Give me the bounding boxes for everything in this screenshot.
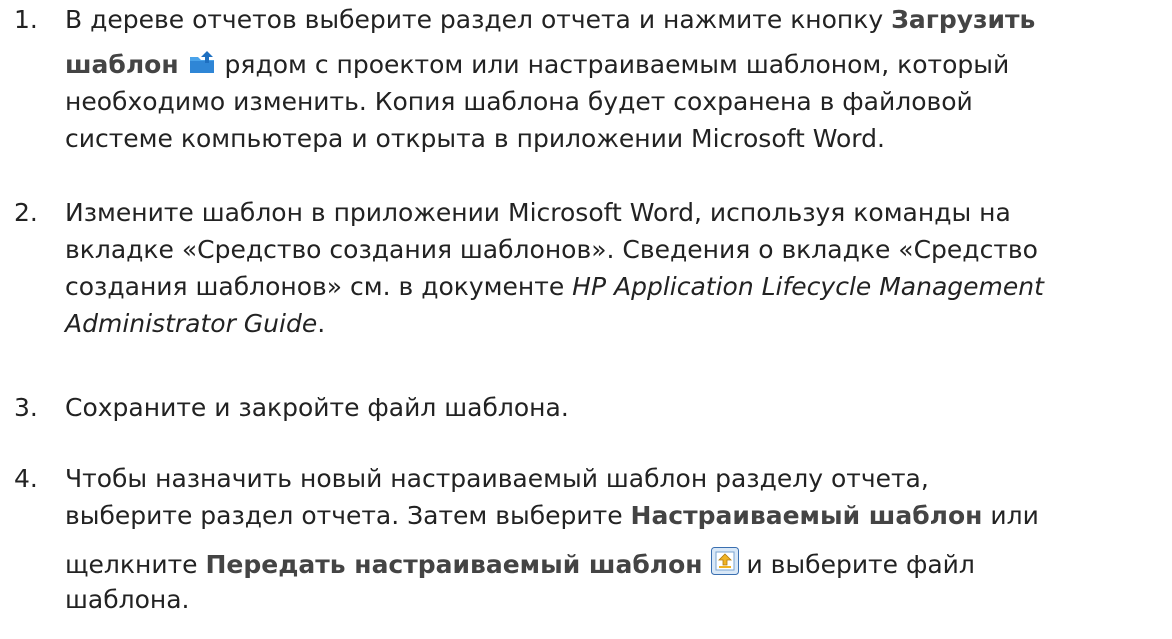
step-number: 2. bbox=[14, 198, 38, 227]
upload-template-icon bbox=[710, 547, 739, 584]
step-text: В дереве отчетов выберите раздел отчета … bbox=[65, 5, 892, 34]
step-line: создания шаблонов» см. в документе HP Ap… bbox=[65, 269, 1044, 304]
step-text: рядом с проектом или настраиваемым шабло… bbox=[216, 50, 1010, 79]
step-number: 4. bbox=[14, 464, 38, 493]
download-template-icon bbox=[187, 49, 217, 84]
step-text: создания шаблонов» см. в документе bbox=[65, 272, 573, 301]
step-line: шаблон рядом с проектом или настраиваемы… bbox=[65, 47, 1009, 84]
step-line: щелкните Передать настраиваемый шаблон и… bbox=[65, 547, 975, 584]
step-number: 1. bbox=[14, 5, 38, 34]
document-title: Administrator Guide bbox=[65, 309, 318, 338]
step-text: щелкните bbox=[65, 550, 206, 579]
step-line: вкладке «Средство создания шаблонов». Св… bbox=[65, 235, 1038, 264]
step-line: шаблона. bbox=[65, 585, 190, 614]
step-line: Измените шаблон в приложении Microsoft W… bbox=[65, 198, 1011, 227]
document-title: HP Application Lifecycle Management bbox=[572, 272, 1044, 301]
step-line: системе компьютера и открыта в приложени… bbox=[65, 124, 885, 153]
step-line: Чтобы назначить новый настраиваемый шабл… bbox=[65, 464, 929, 493]
command-name: Настраиваемый шаблон bbox=[630, 501, 983, 530]
step-text: . bbox=[317, 309, 326, 338]
step-text: выберите раздел отчета. Затем выберите bbox=[65, 501, 631, 530]
step-line: выберите раздел отчета. Затем выберите Н… bbox=[65, 498, 1039, 533]
step-line: необходимо изменить. Копия шаблона будет… bbox=[65, 87, 973, 116]
step-text: и выберите файл bbox=[738, 550, 975, 579]
command-name: Загрузить bbox=[891, 5, 1036, 34]
step-number: 3. bbox=[14, 393, 38, 422]
step-line: В дереве отчетов выберите раздел отчета … bbox=[65, 2, 1035, 37]
command-name: Передать настраиваемый шаблон bbox=[205, 550, 703, 579]
step-line: Сохраните и закройте файл шаблона. bbox=[65, 393, 569, 422]
step-text: или bbox=[982, 501, 1039, 530]
command-name: шаблон bbox=[65, 50, 179, 79]
step-line: Administrator Guide. bbox=[65, 306, 325, 341]
